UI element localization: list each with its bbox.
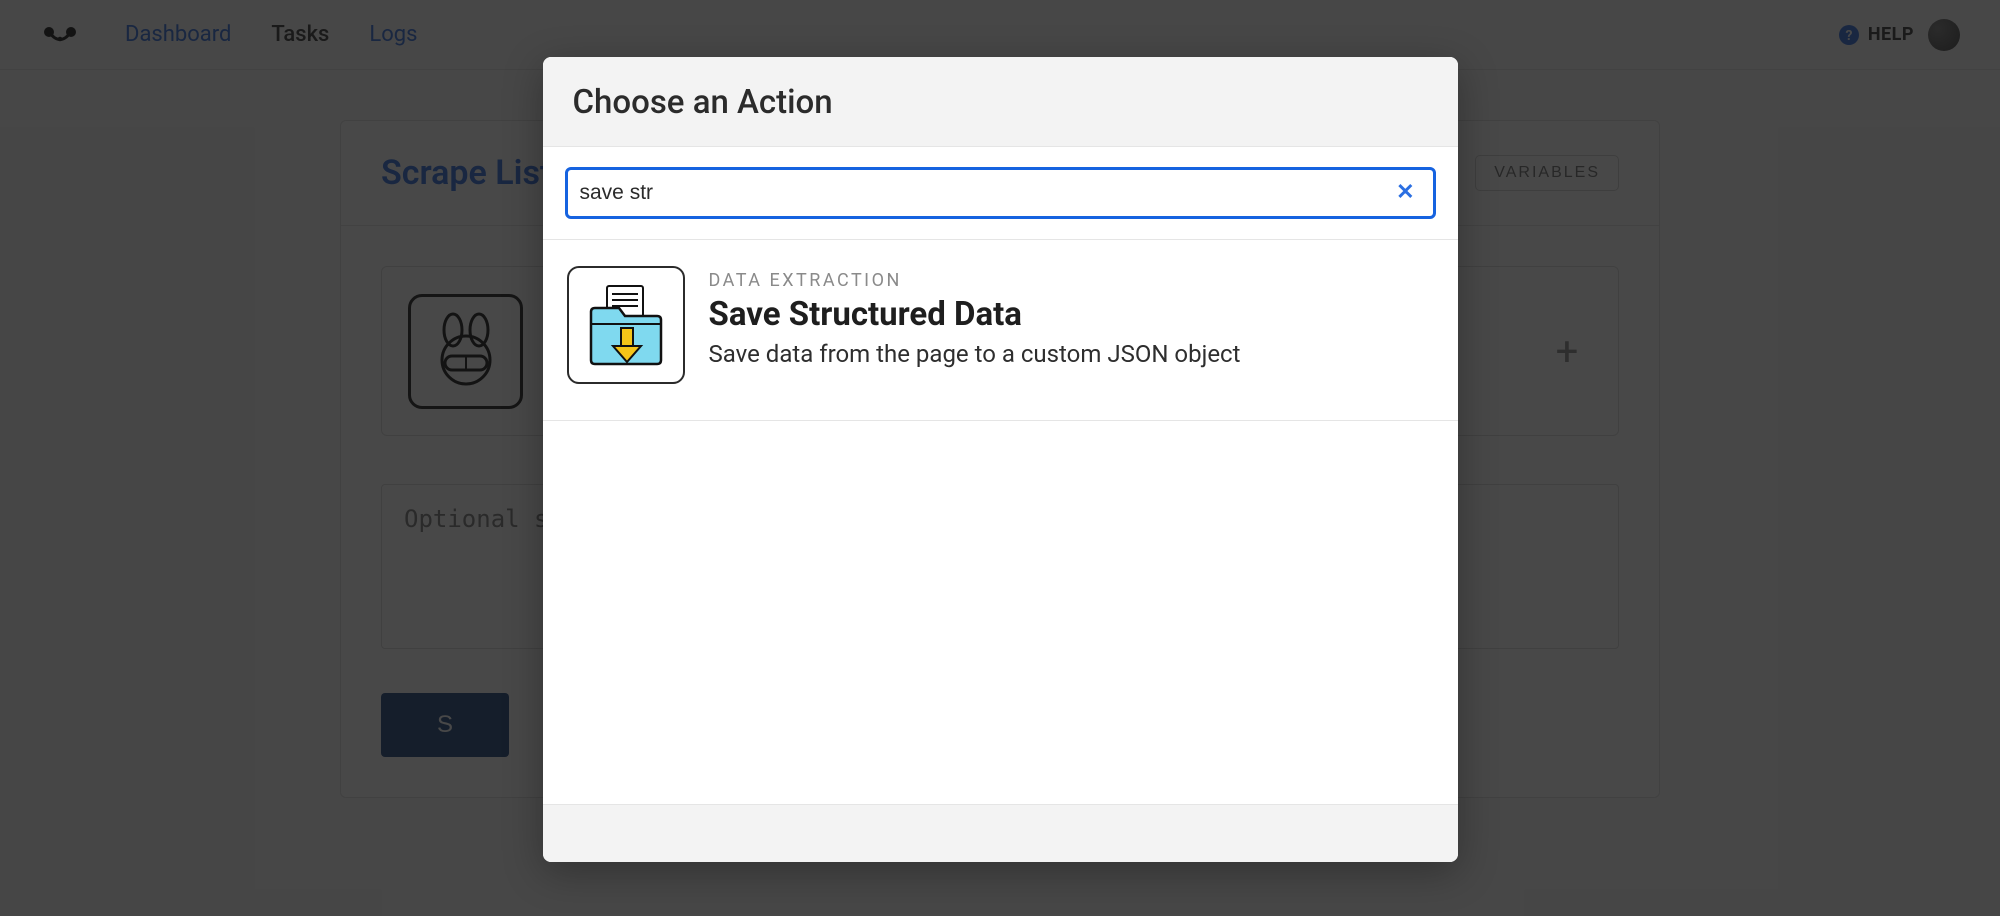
clear-search-button[interactable]: ✕ (1390, 182, 1420, 204)
modal-header: Choose an Action (543, 57, 1458, 147)
modal-title: Choose an Action (573, 83, 1428, 122)
action-result-save-structured-data[interactable]: DATA EXTRACTION Save Structured Data Sav… (543, 240, 1458, 421)
action-results-list: DATA EXTRACTION Save Structured Data Sav… (543, 240, 1458, 804)
choose-action-modal: Choose an Action ✕ (543, 57, 1458, 862)
action-category: DATA EXTRACTION (709, 270, 1241, 291)
folder-download-icon (567, 266, 685, 384)
action-title: Save Structured Data (709, 295, 1241, 334)
action-description: Save data from the page to a custom JSON… (709, 340, 1241, 368)
modal-overlay[interactable]: Choose an Action ✕ (0, 0, 2000, 916)
action-search-input[interactable] (580, 181, 1391, 205)
action-search-box: ✕ (565, 167, 1436, 219)
modal-footer (543, 804, 1458, 862)
